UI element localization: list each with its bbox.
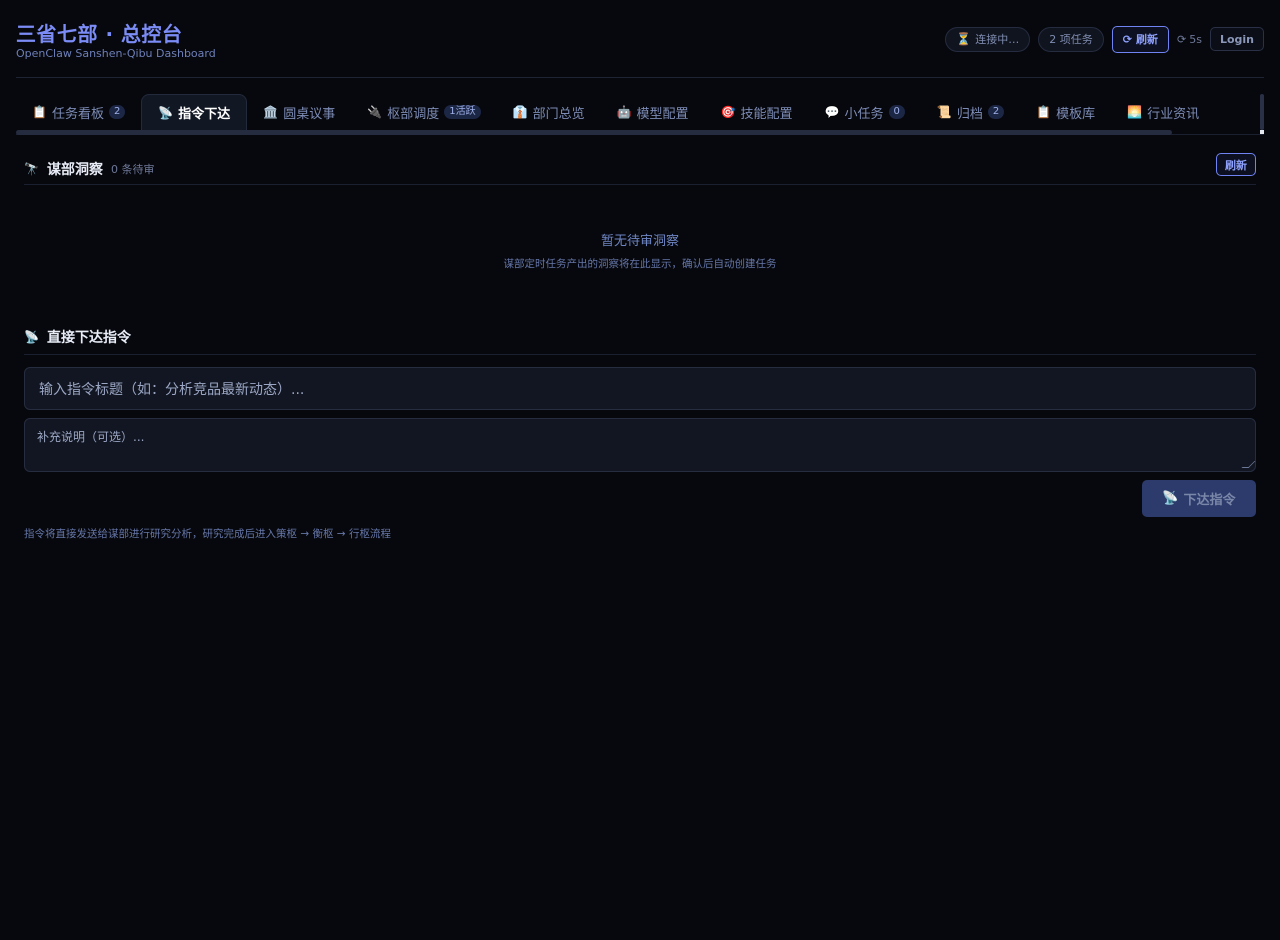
tab-label: 模型配置 (636, 106, 689, 122)
tab-icon: 📋 (32, 105, 47, 119)
tab-badge: 2 (987, 105, 1005, 119)
description-placeholder: 补充说明（可选）... (37, 430, 145, 444)
tab-icon: 🏛️ (263, 105, 279, 119)
tab-10[interactable]: 🌅 行业资讯 (1111, 94, 1215, 130)
resize-handle[interactable] (1241, 461, 1256, 468)
tab-icon: 📜 (936, 105, 952, 119)
tab-label: 小任务 (844, 106, 884, 122)
tab-icon: 👔 (512, 105, 528, 119)
telescope-icon: 🔭 (24, 161, 39, 176)
login-button[interactable]: Login (1209, 27, 1264, 51)
tab-1[interactable]: 📡 指令下达 (141, 94, 248, 130)
command-section: 📡 直接下达指令 输入指令标题（如：分析竞品最新动态）... 补充说明（可选）.… (24, 320, 1256, 540)
insight-title: 谋部洞察 (46, 161, 103, 178)
command-footer: 📡 下达指令 指令将直接发送给谋部进行研究分析，研究完成后进入策枢 → 衡枢 →… (24, 480, 1256, 540)
command-title-input[interactable]: 输入指令标题（如：分析竞品最新动态）... (24, 367, 1256, 410)
connection-status-badge: ⏳ 连接中… (945, 26, 1031, 52)
tab-scrollbar-end (1260, 130, 1264, 134)
tab-2[interactable]: 🏛️ 圆桌议事 (247, 94, 351, 130)
tab-badge: 2 (108, 105, 126, 119)
tab-icon: 🤖 (616, 105, 632, 119)
countdown-value: 5s (1189, 32, 1202, 46)
auto-refresh-countdown: ⟳ 5s (1177, 33, 1202, 46)
tab-bar: 📋 任务看板 2 📡 指令下达 🏛️ 圆桌议事 🔌 枢部调度 1活跃 👔 部门总览 🤖 模型配置 🎯 技能配置… (16, 94, 1264, 135)
tab-icon: 🌅 (1127, 105, 1143, 119)
tab-icon: 📋 (1036, 105, 1052, 119)
tab-badge: 0 (888, 105, 905, 119)
insight-header: 🔭 谋部洞察 0 条待审 刷新 (24, 153, 1256, 185)
header-actions: ⏳ 连接中… 2 项任务 ⟳ 刷新 ⟳ 5s Login (945, 25, 1264, 53)
app-subtitle: OpenClaw Sanshen-Qibu Dashboard (16, 47, 216, 60)
tab-label: 技能配置 (740, 106, 793, 122)
tab-6[interactable]: 🎯 技能配置 (705, 94, 809, 130)
hourglass-icon: ⏳ (956, 32, 972, 46)
tab-9[interactable]: 📋 模板库 (1020, 94, 1111, 130)
tab-icon: 📡 (158, 105, 174, 120)
tab-label: 圆桌议事 (283, 106, 336, 122)
submit-command-button[interactable]: 📡 下达指令 (1142, 480, 1256, 517)
refresh-icon: ⟳ (1122, 32, 1132, 46)
command-description-textarea[interactable]: 补充说明（可选）... (24, 418, 1256, 472)
insight-section: 🔭 谋部洞察 0 条待审 刷新 暂无待审洞察 谋部定时任务产出的洞察将在此显示，… (24, 153, 1256, 271)
empty-state-title: 暂无待审洞察 (600, 234, 679, 249)
tab-5[interactable]: 🤖 模型配置 (601, 94, 705, 130)
tab-label: 部门总览 (532, 106, 585, 122)
task-count-badge: 2 项任务 (1038, 26, 1104, 52)
satellite-dish-icon: 📡 (24, 330, 39, 344)
countdown-icon: ⟳ (1177, 32, 1187, 46)
insight-refresh-button[interactable]: 刷新 (1216, 153, 1256, 176)
task-count-text: 2 项任务 (1049, 33, 1093, 46)
tab-4[interactable]: 👔 部门总览 (497, 94, 601, 130)
tab-label: 任务看板 (51, 106, 104, 122)
tab-8[interactable]: 📜 归档 2 (921, 94, 1020, 130)
tab-scroll-indicator (1260, 94, 1264, 130)
tab-label: 归档 (956, 106, 983, 122)
refresh-button[interactable]: ⟳ 刷新 (1111, 25, 1169, 53)
app-header: 三省七部 · 总控台 OpenClaw Sanshen-Qibu Dashboa… (16, 0, 1264, 78)
tab-label: 枢部调度 (387, 106, 440, 122)
tab-icon: 💬 (824, 105, 840, 119)
command-title: 直接下达指令 (46, 330, 131, 346)
tab-scrollbar[interactable] (16, 130, 1264, 135)
tab-7[interactable]: 💬 小任务 0 (809, 94, 921, 130)
tab-label: 指令下达 (178, 107, 231, 122)
tab-0[interactable]: 📋 任务看板 2 (16, 94, 141, 130)
tab-badge: 1活跃 (444, 105, 481, 119)
tab-list: 📋 任务看板 2 📡 指令下达 🏛️ 圆桌议事 🔌 枢部调度 1活跃 👔 部门总览 🤖 模型配置 🎯 技能配置… (16, 94, 1215, 130)
tab-label: 模板库 (1056, 106, 1096, 122)
command-header: 📡 直接下达指令 (24, 320, 1256, 355)
command-hint: 指令将直接发送给谋部进行研究分析，研究完成后进入策枢 → 衡枢 → 行枢流程 (24, 528, 391, 540)
satellite-dish-icon: 📡 (1162, 491, 1179, 506)
insight-pending-count: 0 条待审 (110, 162, 155, 176)
empty-state-description: 谋部定时任务产出的洞察将在此显示，确认后自动创建任务 (503, 258, 777, 270)
connection-status-text: 连接中… (975, 33, 1020, 46)
tab-icon: 🎯 (720, 105, 736, 119)
tab-label: 行业资讯 (1147, 106, 1200, 122)
tab-icon: 🔌 (367, 105, 383, 119)
insight-empty-state: 暂无待审洞察 谋部定时任务产出的洞察将在此显示，确认后自动创建任务 (24, 230, 1256, 271)
submit-label: 下达指令 (1183, 493, 1236, 508)
tab-scrollbar-thumb[interactable] (16, 130, 1172, 135)
tab-3[interactable]: 🔌 枢部调度 1活跃 (351, 94, 496, 130)
refresh-label: 刷新 (1136, 33, 1158, 46)
app-title: 三省七部 · 总控台 (16, 22, 183, 46)
